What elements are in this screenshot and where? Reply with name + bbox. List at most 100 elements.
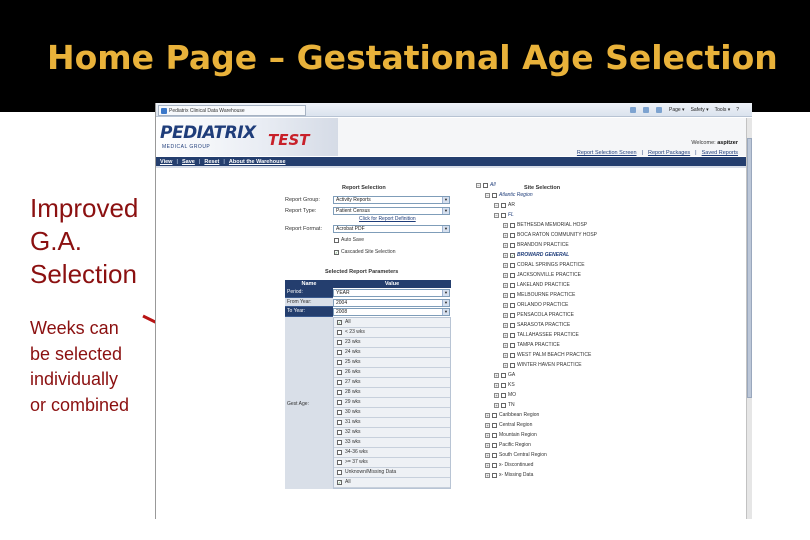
checkbox-icon[interactable]	[337, 439, 342, 445]
checkbox-icon[interactable]	[510, 282, 515, 288]
checkbox-icon[interactable]	[510, 352, 515, 358]
auto-save-checkbox[interactable]: Auto Save	[334, 237, 364, 243]
checkbox-icon[interactable]	[492, 442, 497, 448]
feeds-icon[interactable]	[642, 107, 650, 113]
gest-age-option[interactable]: Unknown/Missing Data	[334, 467, 450, 478]
tree-expand-icon[interactable]: +	[503, 352, 508, 358]
page-menu[interactable]: Page ▾	[669, 107, 685, 113]
print-icon[interactable]	[655, 107, 663, 113]
tree-expand-icon[interactable]: +	[485, 442, 490, 448]
checkbox-checked-icon[interactable]	[337, 479, 342, 485]
checkbox-icon[interactable]	[510, 342, 515, 348]
site-tree-item[interactable]: + Caribbean Region	[485, 412, 539, 418]
tree-expand-icon[interactable]: +	[503, 252, 508, 258]
site-tree-item[interactable]: − AR	[494, 202, 515, 208]
site-tree-item[interactable]: + ORLANDO PRACTICE	[503, 302, 568, 308]
tree-expand-icon[interactable]: +	[503, 342, 508, 348]
checkbox-icon[interactable]	[510, 332, 515, 338]
tree-expand-icon[interactable]: +	[503, 242, 508, 248]
report-type-select[interactable]: Patient Census ▼	[333, 207, 450, 215]
checkbox-icon[interactable]	[501, 212, 506, 218]
checkbox-icon[interactable]	[510, 362, 515, 368]
gest-age-option[interactable]: 27 wks	[334, 377, 450, 388]
tree-expand-icon[interactable]: +	[494, 392, 499, 398]
checkbox-icon[interactable]	[337, 409, 342, 415]
help-icon[interactable]: ?	[736, 107, 739, 113]
tree-expand-icon[interactable]: −	[485, 192, 490, 198]
tree-expand-icon[interactable]: +	[503, 232, 508, 238]
gest-age-option[interactable]: >= 37 wks	[334, 457, 450, 468]
checkbox-icon[interactable]	[492, 472, 497, 478]
site-tree-item[interactable]: + BETHESDA MEMORIAL HOSP	[503, 222, 587, 228]
home-icon[interactable]	[629, 107, 637, 113]
gest-age-option[interactable]: 29 wks	[334, 397, 450, 408]
site-tree-item[interactable]: + JACKSONVILLE PRACTICE	[503, 272, 581, 278]
site-tree-item[interactable]: + TAMPA PRACTICE	[503, 342, 560, 348]
tree-expand-icon[interactable]: +	[494, 382, 499, 388]
tools-menu[interactable]: Tools ▾	[715, 107, 731, 113]
site-tree-item[interactable]: + Pacific Region	[485, 442, 531, 448]
checkbox-icon[interactable]	[492, 192, 497, 198]
site-tree-item[interactable]: − FL	[494, 212, 514, 218]
report-definition-link[interactable]: Click for Report Definition	[359, 216, 416, 222]
tree-expand-icon[interactable]: +	[503, 272, 508, 278]
chevron-down-icon[interactable]: ▼	[442, 226, 449, 232]
gest-age-option[interactable]: All	[334, 317, 450, 328]
checkbox-checked-icon[interactable]	[510, 252, 515, 258]
site-tree-item[interactable]: + MO	[494, 392, 516, 398]
checkbox-icon[interactable]	[492, 462, 497, 468]
checkbox-icon[interactable]	[337, 339, 342, 345]
chevron-down-icon[interactable]: ▼	[442, 197, 449, 203]
checkbox-checked-icon[interactable]	[334, 249, 339, 255]
site-tree-item[interactable]: + Central Region	[485, 422, 532, 428]
tree-expand-icon[interactable]: +	[503, 302, 508, 308]
gest-age-option[interactable]: 33 wks	[334, 437, 450, 448]
tree-expand-icon[interactable]: +	[503, 322, 508, 328]
tree-expand-icon[interactable]: +	[485, 472, 490, 478]
gest-age-option[interactable]: All	[334, 477, 450, 488]
gest-age-option[interactable]: 31 wks	[334, 417, 450, 428]
to-year-select[interactable]: 2008 ▼	[333, 308, 450, 316]
site-tree-item[interactable]: − All	[476, 182, 496, 188]
site-tree-item[interactable]: + GA	[494, 372, 515, 378]
site-tree-item[interactable]: + PENSACOLA PRACTICE	[503, 312, 574, 318]
tree-expand-icon[interactable]: +	[503, 282, 508, 288]
checkbox-icon[interactable]	[337, 419, 342, 425]
site-tree-item[interactable]: − Atlantic Region	[485, 192, 533, 198]
gest-age-option[interactable]: 24 wks	[334, 347, 450, 358]
tree-expand-icon[interactable]: +	[503, 292, 508, 298]
nav-about[interactable]: About the Warehouse	[229, 159, 286, 165]
from-year-select[interactable]: 2004 ▼	[333, 298, 450, 307]
site-tree-item[interactable]: + KS	[494, 382, 515, 388]
tree-expand-icon[interactable]: +	[503, 362, 508, 368]
checkbox-icon[interactable]	[337, 429, 342, 435]
site-tree-item[interactable]: + South Central Region	[485, 452, 547, 458]
tree-expand-icon[interactable]: +	[485, 452, 490, 458]
site-tree-item[interactable]: + BOCA RATON COMMUNITY HOSP	[503, 232, 597, 238]
report-packages-link[interactable]: Report Packages	[648, 150, 690, 156]
gest-age-option[interactable]: 28 wks	[334, 387, 450, 398]
checkbox-icon[interactable]	[510, 272, 515, 278]
checkbox-icon[interactable]	[510, 242, 515, 248]
site-tree-item[interactable]: + x- Discontinued	[485, 462, 533, 468]
checkbox-icon[interactable]	[483, 182, 488, 188]
checkbox-icon[interactable]	[337, 329, 342, 335]
checkbox-icon[interactable]	[492, 452, 497, 458]
checkbox-icon[interactable]	[510, 232, 515, 238]
checkbox-icon[interactable]	[510, 222, 515, 228]
gest-age-option[interactable]: 23 wks	[334, 337, 450, 348]
report-selection-link[interactable]: Report Selection Screen	[577, 150, 637, 156]
site-tree-item[interactable]: + MELBOURNE PRACTICE	[503, 292, 575, 298]
checkbox-icon[interactable]	[492, 432, 497, 438]
scrollbar-thumb[interactable]	[747, 138, 752, 398]
checkbox-icon[interactable]	[337, 459, 342, 465]
site-tree-item[interactable]: + x- Missing Data	[485, 472, 533, 478]
site-tree-item[interactable]: + Mountain Region	[485, 432, 537, 438]
checkbox-icon[interactable]	[334, 237, 339, 243]
tree-expand-icon[interactable]: +	[503, 262, 508, 268]
checkbox-icon[interactable]	[337, 369, 342, 375]
checkbox-icon[interactable]	[337, 379, 342, 385]
site-tree-item[interactable]: + SARASOTA PRACTICE	[503, 322, 570, 328]
tree-expand-icon[interactable]: +	[494, 402, 499, 408]
site-tree-item[interactable]: + CORAL SPRINGS PRACTICE	[503, 262, 585, 268]
